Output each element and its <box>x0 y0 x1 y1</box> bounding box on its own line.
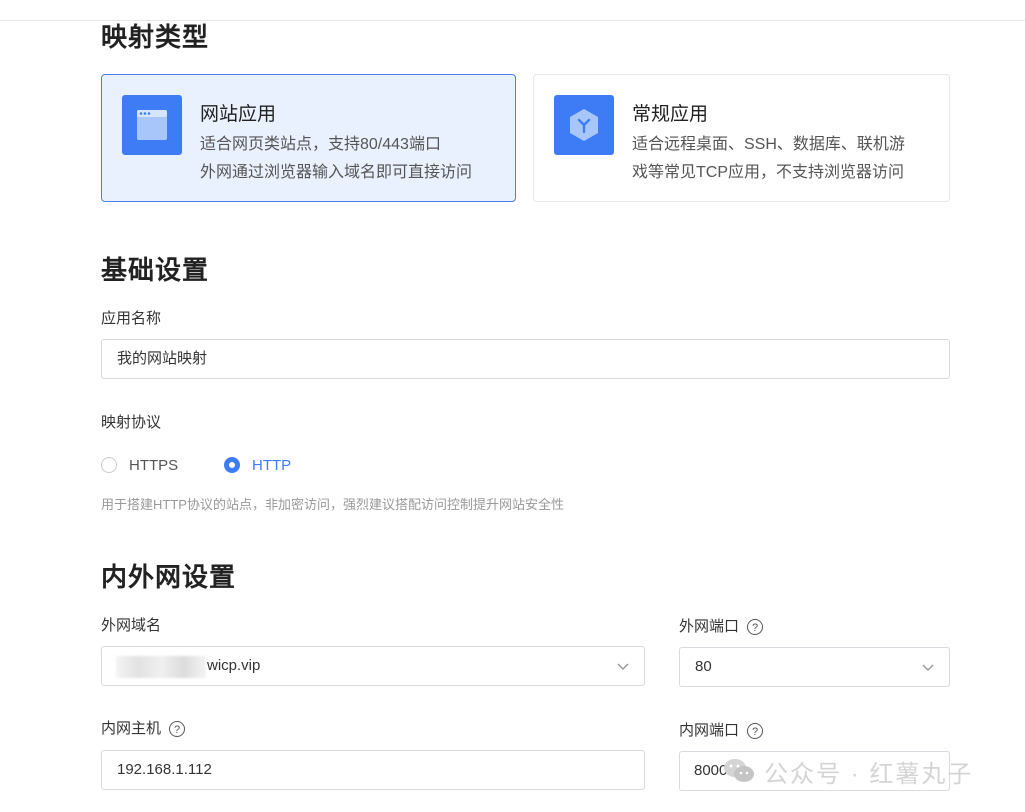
external-port-value: 80 <box>695 658 712 675</box>
help-icon[interactable]: ? <box>169 721 186 738</box>
card-description: 适合网页类站点，支持80/443端口 外网通过浏览器输入域名即可直接访问 <box>200 131 510 187</box>
radio-label: HTTPS <box>129 456 179 474</box>
internal-host-label-group: 内网主机? <box>101 717 186 738</box>
app-name-input[interactable]: 我的网站映射 <box>101 339 950 379</box>
card-website-app[interactable]: 网站应用 适合网页类站点，支持80/443端口 外网通过浏览器输入域名即可直接访… <box>101 74 516 202</box>
browser-window-icon <box>122 95 182 155</box>
cube-icon <box>554 95 614 155</box>
card-title: 网站应用 <box>200 104 277 125</box>
card-desc-line: 戏等常见TCP应用，不支持浏览器访问 <box>632 164 905 181</box>
internal-port-label-group: 内网端口? <box>679 719 764 740</box>
radio-circle <box>101 457 117 473</box>
radio-circle <box>224 457 240 473</box>
internal-port-label: 内网端口 <box>679 722 740 739</box>
card-general-app[interactable]: 常规应用 适合远程桌面、SSH、数据库、联机游 戏等常见TCP应用，不支持浏览器… <box>533 74 950 202</box>
external-port-select[interactable]: 80 <box>679 647 950 687</box>
card-desc-line: 适合远程桌面、SSH、数据库、联机游 <box>632 136 905 153</box>
watermark-text: 公众号 · 红薯丸子 <box>764 760 974 788</box>
card-desc-line: 适合网页类站点，支持80/443端口 <box>200 136 441 153</box>
external-port-label-group: 外网端口? <box>679 615 764 636</box>
external-domain-label: 外网域名 <box>101 617 162 634</box>
wechat-icon <box>724 759 754 782</box>
internal-host-input[interactable]: 192.168.1.112 <box>101 750 645 790</box>
protocol-hint: 用于搭建HTTP协议的站点，非加密访问，强烈建议搭配访问控制提升网站安全性 <box>101 497 564 512</box>
card-title: 常规应用 <box>632 104 709 125</box>
section-title-network: 内外网设置 <box>101 562 237 592</box>
app-name-label: 应用名称 <box>101 310 162 327</box>
card-desc-line: 外网通过浏览器输入域名即可直接访问 <box>200 164 473 181</box>
protocol-label: 映射协议 <box>101 414 162 431</box>
external-domain-value: wicp.vip <box>207 657 261 674</box>
radio-http[interactable]: HTTP <box>224 455 291 475</box>
radio-https[interactable]: HTTPS <box>101 455 178 475</box>
help-icon[interactable]: ? <box>747 619 764 636</box>
chevron-down-icon <box>922 664 934 671</box>
external-port-label: 外网端口 <box>679 618 740 635</box>
help-icon[interactable]: ? <box>747 723 764 740</box>
card-description: 适合远程桌面、SSH、数据库、联机游 戏等常见TCP应用，不支持浏览器访问 <box>632 131 942 187</box>
section-title-basic: 基础设置 <box>101 255 210 285</box>
radio-label: HTTP <box>252 456 292 474</box>
section-title-mapping-type: 映射类型 <box>101 22 210 52</box>
internal-host-label: 内网主机 <box>101 720 162 737</box>
redacted-subdomain <box>116 656 206 678</box>
watermark: 公众号 · 红薯丸子 <box>722 754 973 788</box>
chevron-down-icon <box>617 663 629 670</box>
